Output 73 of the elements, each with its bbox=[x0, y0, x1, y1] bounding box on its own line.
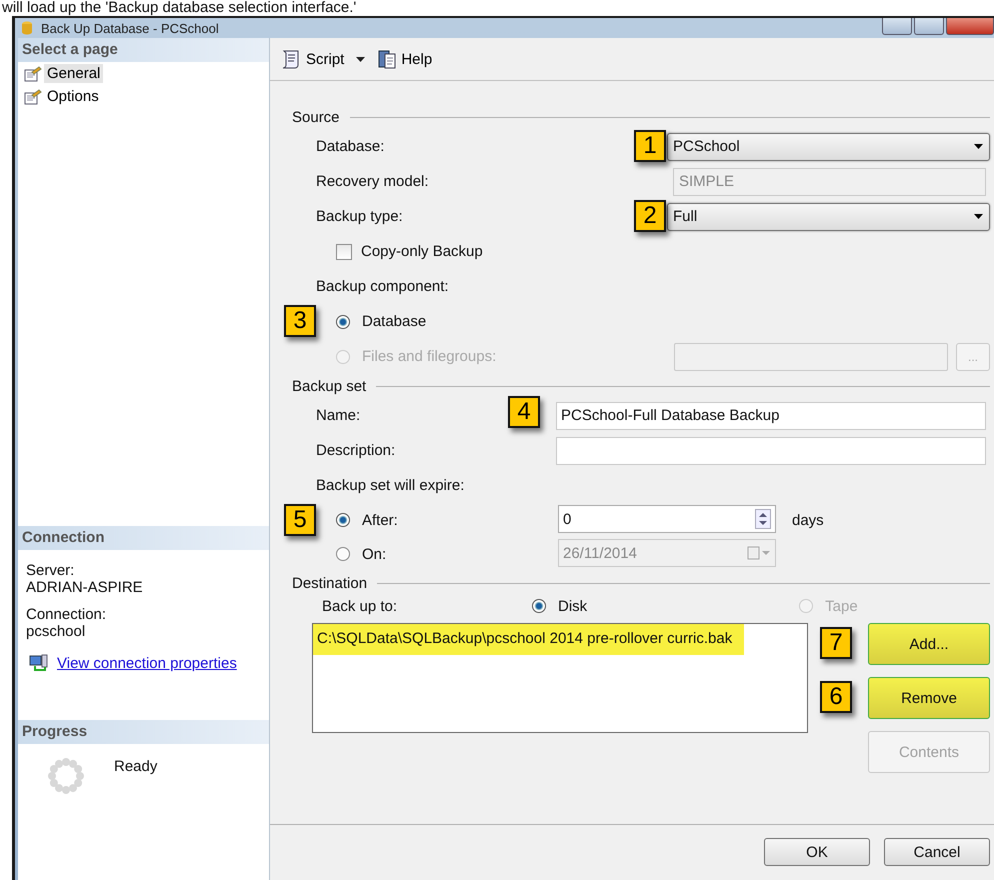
spin-arrows-icon bbox=[755, 509, 771, 529]
days-spin-field[interactable]: 0 bbox=[558, 505, 776, 533]
path-list[interactable]: C:\SQLData\SQLBackup\pcschool 2014 pre-rollover curric.bak bbox=[312, 623, 808, 733]
status-text: Ready bbox=[114, 758, 158, 775]
radio-button[interactable] bbox=[336, 513, 350, 527]
maximize-button[interactable] bbox=[914, 18, 944, 35]
page-item[interactable]: Options bbox=[44, 87, 102, 106]
description-field[interactable] bbox=[556, 436, 986, 464]
dialog-button: Contents bbox=[868, 731, 990, 773]
dialog-button[interactable]: Add... bbox=[868, 623, 990, 665]
computer-icon bbox=[29, 654, 49, 672]
radio-label: After: bbox=[362, 512, 398, 528]
page-icon bbox=[24, 88, 42, 104]
page-item[interactable]: General bbox=[44, 64, 104, 83]
caption-text: will load up the 'Backup database selection interface.' bbox=[1, 0, 358, 16]
dialog-button[interactable]: Remove bbox=[868, 677, 990, 719]
dropdown-arrow-icon bbox=[974, 214, 983, 219]
radio-button[interactable] bbox=[336, 314, 350, 328]
name-field[interactable]: PCSchool-Full Database Backup bbox=[556, 402, 986, 430]
minimize-button[interactable] bbox=[882, 18, 912, 35]
radio-button[interactable] bbox=[336, 547, 350, 561]
panel-header: Connection bbox=[18, 526, 269, 550]
dropdown-arrow-icon bbox=[356, 56, 366, 62]
section-title: Source bbox=[292, 108, 340, 126]
field-label: Description: bbox=[316, 442, 396, 459]
field-label: Backup component: bbox=[316, 278, 449, 295]
step-number: 6 bbox=[820, 681, 852, 713]
section-title: Destination bbox=[292, 574, 368, 592]
info-label: Connection: bbox=[26, 606, 108, 623]
section-title: Backup set bbox=[292, 378, 366, 394]
panel-header: Progress bbox=[18, 720, 269, 744]
step-number: 4 bbox=[508, 396, 540, 428]
backup-type-dropdown[interactable]: Full bbox=[667, 202, 990, 230]
step-number: 3 bbox=[284, 305, 316, 337]
info-value: pcschool bbox=[26, 623, 86, 640]
help-book-icon bbox=[377, 49, 398, 69]
radio-label: Disk bbox=[558, 598, 588, 614]
script-button[interactable]: Script bbox=[278, 47, 346, 71]
step-number: 1 bbox=[634, 130, 666, 162]
radio-label: On: bbox=[362, 546, 386, 562]
dialog-button[interactable]: OK bbox=[764, 838, 870, 866]
step-number: 5 bbox=[284, 504, 316, 536]
checkbox-label: Copy-only Backup bbox=[361, 243, 483, 260]
info-value: ADRIAN-ASPIRE bbox=[26, 579, 144, 596]
field-label: Recovery model: bbox=[316, 173, 429, 190]
step-number: 2 bbox=[634, 200, 666, 232]
recovery-model-field: SIMPLE bbox=[673, 168, 986, 196]
field-label: Back up to: bbox=[322, 598, 398, 614]
page-icon bbox=[24, 66, 42, 82]
field-label: Database: bbox=[316, 138, 384, 155]
help-button[interactable]: Help bbox=[375, 47, 434, 71]
dropdown-arrow-icon bbox=[974, 144, 983, 149]
database-icon bbox=[21, 21, 33, 35]
radio-button[interactable] bbox=[532, 599, 546, 613]
list-item[interactable]: C:\SQLData\SQLBackup\pcschool 2014 pre-rollover curric.bak bbox=[313, 624, 744, 655]
step-number: 7 bbox=[820, 627, 852, 659]
info-label: Server: bbox=[26, 562, 76, 579]
radio-label: Database bbox=[362, 313, 426, 330]
field-label: Backup set will expire: bbox=[316, 477, 464, 494]
connection-properties-link[interactable]: View connection properties bbox=[57, 654, 237, 672]
checkbox[interactable] bbox=[336, 244, 352, 260]
unit-label: days bbox=[792, 512, 824, 529]
dialog-button[interactable]: Cancel bbox=[884, 838, 990, 866]
field-label: Name: bbox=[316, 407, 360, 424]
spinner-icon bbox=[48, 758, 84, 794]
radio-label: Files and filegroups: bbox=[362, 348, 496, 365]
close-button[interactable] bbox=[946, 18, 994, 35]
radio-label: Tape bbox=[825, 598, 858, 614]
window-title: Back Up Database - PCSchool bbox=[41, 20, 219, 36]
field-label: Backup type: bbox=[316, 208, 403, 225]
database-dropdown[interactable]: PCSchool bbox=[667, 132, 990, 160]
panel-header: Select a page bbox=[18, 38, 269, 62]
calendar-icon bbox=[747, 546, 771, 560]
